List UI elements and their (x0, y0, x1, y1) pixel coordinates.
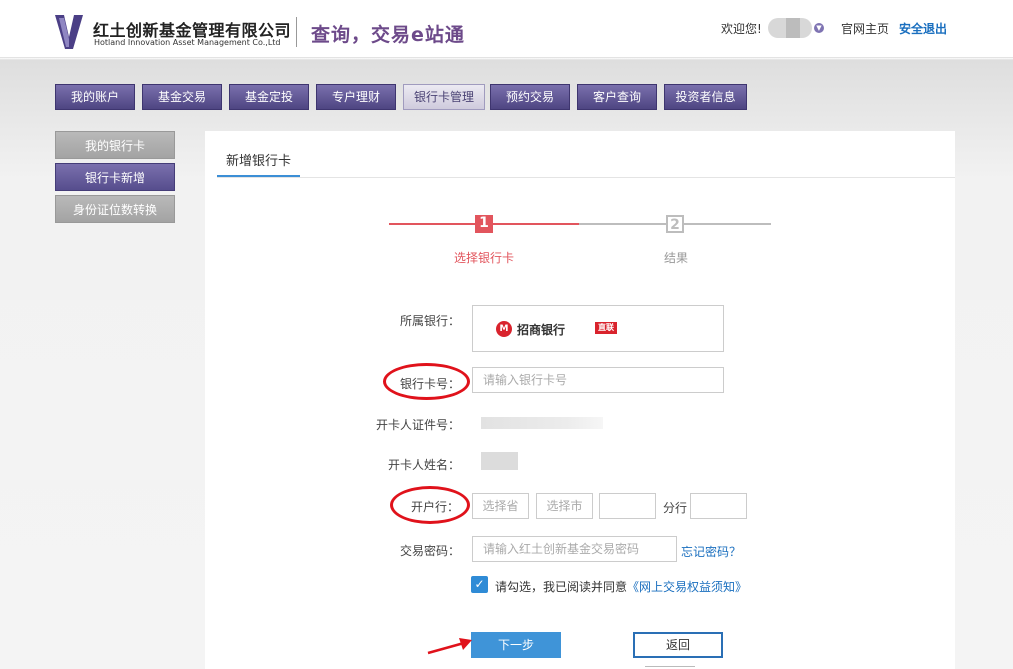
step-2-label: 结果 (664, 251, 689, 265)
card-number-input[interactable] (472, 367, 724, 393)
bank-label: 所属银行： (400, 314, 461, 328)
nav-reservation[interactable]: 预约交易 (490, 84, 570, 110)
city-select[interactable]: 选择市 (536, 493, 593, 519)
company-logo-icon (55, 15, 83, 49)
province-select[interactable]: 选择省 (472, 493, 529, 519)
sidebar-item-id-conversion[interactable]: 身份证位数转换 (55, 195, 175, 223)
home-link[interactable]: 官网主页 (841, 20, 889, 37)
branch-suffix: 分行 (663, 501, 688, 515)
agree-checkbox[interactable]: ✓ (471, 576, 488, 593)
nav-bank-card-management[interactable]: 银行卡管理 (403, 84, 485, 110)
chevron-down-icon[interactable]: ▼ (814, 23, 824, 33)
main-panel: 新增银行卡 1 2 选择银行卡 结果 所属银行： M 招商银行 直联 银行卡号：… (205, 131, 955, 669)
logo-divider (296, 17, 297, 47)
agree-text: 请勾选，我已阅读并同意 (495, 580, 628, 594)
next-step-button[interactable]: 下一步 (471, 632, 561, 658)
slogan: 查询，交易e站通 (311, 24, 465, 46)
logout-link[interactable]: 安全退出 (899, 20, 947, 37)
nav-fund-sip[interactable]: 基金定投 (229, 84, 309, 110)
nav-customer-query[interactable]: 客户查询 (577, 84, 657, 110)
id-number-redacted (481, 417, 603, 429)
tab-divider (217, 177, 955, 178)
annotation-arrow-icon (427, 638, 472, 655)
step-1-number: 1 (475, 215, 493, 233)
terms-link[interactable]: 《网上交易权益须知》 (627, 578, 747, 595)
annotation-circle-branch (390, 486, 470, 524)
id-number-label: 开卡人证件号： (376, 418, 461, 432)
header: 红土创新基金管理有限公司 Hotland Innovation Asset Ma… (0, 0, 1013, 58)
password-label: 交易密码： (400, 544, 461, 558)
step-2-number: 2 (666, 215, 684, 233)
username-redacted[interactable] (768, 18, 812, 38)
forgot-password-link[interactable]: 忘记密码？ (681, 543, 741, 560)
nav-my-account[interactable]: 我的账户 (55, 84, 135, 110)
sub-branch-input[interactable] (690, 493, 747, 519)
sidebar-item-my-cards[interactable]: 我的银行卡 (55, 131, 175, 159)
back-button[interactable]: 返回 (633, 632, 723, 658)
direct-link-badge: 直联 (595, 322, 617, 334)
company-name-en: Hotland Innovation Asset Management Co.,… (94, 38, 281, 47)
step-1-label: 选择银行卡 (454, 251, 515, 265)
nav-special-account[interactable]: 专户理财 (316, 84, 396, 110)
holder-name-redacted (481, 452, 518, 470)
tab-add-bank-card[interactable]: 新增银行卡 (217, 151, 300, 177)
cmb-bank-icon: M (496, 321, 512, 337)
annotation-circle-card-number (383, 363, 470, 400)
welcome-text: 欢迎您! (721, 22, 762, 36)
branch-input[interactable] (599, 493, 656, 519)
sidebar-item-add-card[interactable]: 银行卡新增 (55, 163, 175, 191)
nav-fund-trading[interactable]: 基金交易 (142, 84, 222, 110)
nav-investor-info[interactable]: 投资者信息 (664, 84, 747, 110)
bank-selector[interactable]: M 招商银行 直联 (472, 305, 724, 352)
password-input[interactable] (472, 536, 677, 562)
bank-name: 招商银行 (517, 323, 566, 337)
holder-name-label: 开卡人姓名： (388, 458, 461, 472)
